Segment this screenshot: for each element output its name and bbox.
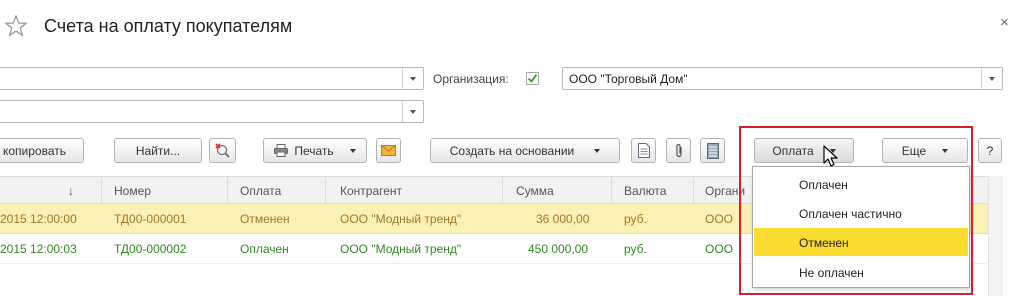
help-button[interactable]: ? <box>978 138 1002 163</box>
cell-contractor: ООО "Модный тренд" <box>340 242 462 256</box>
document-icon <box>637 143 650 158</box>
create-based-label: Создать на основании <box>449 143 575 158</box>
cell-sum: 450 000,00 <box>528 242 589 256</box>
cell-number: ТД00-000002 <box>114 242 187 256</box>
printer-icon <box>274 144 289 157</box>
document-button[interactable] <box>631 138 656 163</box>
find-button[interactable]: Найти... <box>114 138 202 163</box>
sort-arrow-icon[interactable]: ↓ <box>68 184 74 198</box>
cell-organization: ООО <box>705 212 734 226</box>
vertical-scrollbar[interactable] <box>988 176 1003 296</box>
find-label: Найти... <box>135 143 181 158</box>
cell-number: ТД00-000001 <box>114 212 187 226</box>
print-label: Печать <box>294 143 334 158</box>
envelope-icon <box>381 145 396 156</box>
register-button[interactable] <box>700 138 725 163</box>
favorite-star-icon[interactable] <box>4 14 28 38</box>
email-button[interactable] <box>376 138 401 163</box>
copy-button[interactable]: копировать <box>0 138 84 163</box>
organization-label: Организация: <box>433 72 509 86</box>
cell-date: 2015 12:00:03 <box>0 242 77 256</box>
column-header-currency[interactable]: Валюта <box>624 184 666 198</box>
close-icon[interactable]: × <box>1000 14 1009 31</box>
mouse-cursor-icon <box>823 145 838 167</box>
page-title: Счета на оплату покупателям <box>44 16 293 36</box>
organization-field[interactable]: ООО "Торговый Дом" <box>562 67 1003 90</box>
create-based-on-button[interactable]: Создать на основании <box>430 138 620 163</box>
paperclip-icon <box>675 143 682 157</box>
cell-payment: Оплачен <box>240 242 289 256</box>
column-header-number[interactable]: Номер <box>114 184 151 198</box>
copy-label: копировать <box>3 143 67 158</box>
print-button[interactable]: Печать <box>263 138 367 163</box>
chevron-down-icon <box>594 148 601 153</box>
column-header-contractor[interactable]: Контрагент <box>340 184 402 198</box>
cell-currency: руб. <box>624 212 647 226</box>
cell-sum: 36 000,00 <box>536 212 590 226</box>
cell-currency: руб. <box>624 242 647 256</box>
chevron-down-icon <box>349 148 356 153</box>
attach-button[interactable] <box>666 138 691 163</box>
search-clear-icon <box>214 142 230 158</box>
column-header-sum[interactable]: Сумма <box>516 184 554 198</box>
organization-value: ООО "Торговый Дом" <box>569 72 688 86</box>
filter-field-1[interactable] <box>0 67 424 90</box>
chevron-down-icon[interactable] <box>402 101 423 122</box>
organization-checkbox[interactable] <box>526 72 539 85</box>
chevron-down-icon[interactable] <box>402 68 423 89</box>
cell-date: 2015 12:00:00 <box>0 212 77 226</box>
column-header-payment[interactable]: Оплата <box>240 184 281 198</box>
filter-field-2[interactable] <box>0 100 424 123</box>
clear-search-button[interactable] <box>209 138 236 163</box>
cell-contractor: ООО "Модный тренд" <box>340 212 462 226</box>
cell-organization: ООО <box>705 242 734 256</box>
help-label: ? <box>986 143 994 158</box>
cell-payment: Отменен <box>240 212 290 226</box>
ledger-icon <box>706 142 719 159</box>
chevron-down-icon[interactable] <box>981 68 1002 89</box>
annotation-highlight-box <box>739 126 973 295</box>
